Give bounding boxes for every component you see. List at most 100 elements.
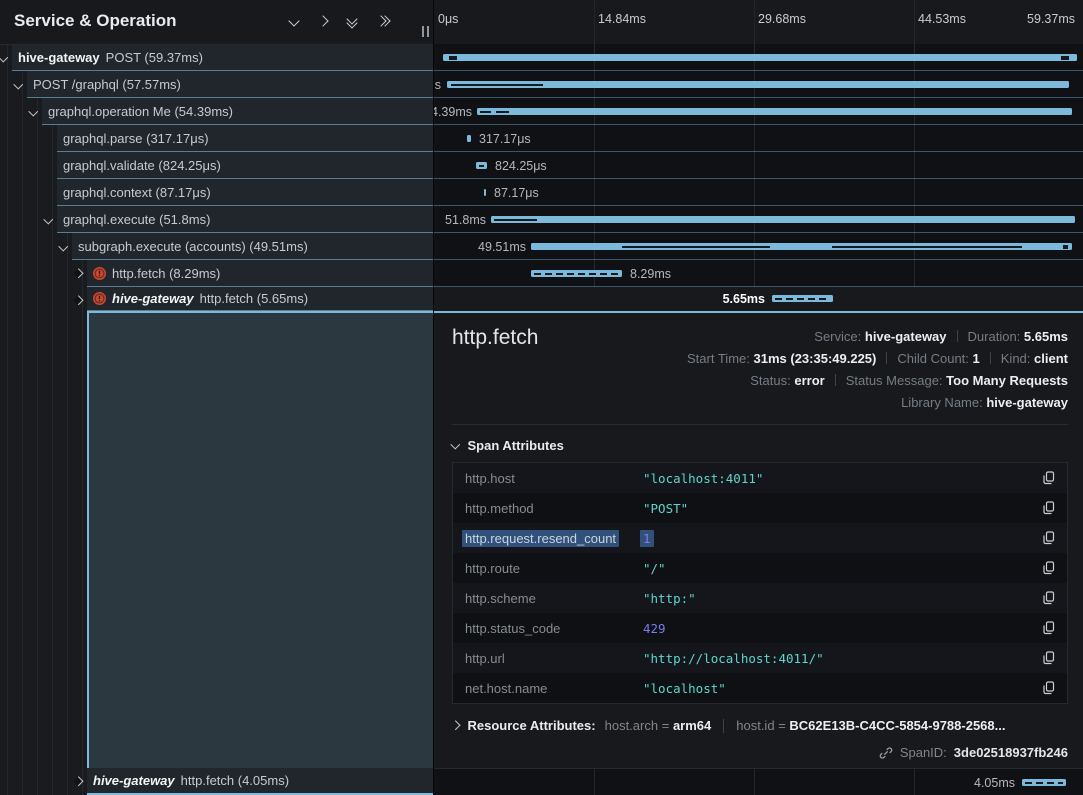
meta-divider <box>990 352 991 364</box>
timeline-row[interactable]: 317.17μs <box>434 125 1083 152</box>
detail-meta: Service: hive-gatewayDuration: 5.65ms St… <box>687 326 1068 414</box>
duration-label: 8.29ms <box>630 267 671 281</box>
attribute-key: http.host <box>465 471 643 486</box>
resource-key: host.arch <box>605 718 658 733</box>
meta-value: hive-gateway <box>865 329 947 344</box>
tree-row[interactable]: hive-gateway POST (59.37ms) <box>12 44 433 71</box>
tree-row[interactable]: graphql.operation Me (54.39ms) <box>42 98 433 125</box>
span-bar[interactable] <box>531 243 1072 250</box>
duration-label: 49.51ms <box>478 240 526 254</box>
attribute-row[interactable]: http.route "/" <box>453 553 1067 583</box>
tree-row[interactable]: graphql.execute (51.8ms) <box>57 206 433 233</box>
meta-label: Start Time: <box>687 351 750 366</box>
timeline-row[interactable]: 54.39ms <box>434 98 1083 125</box>
chevron-down-icon[interactable] <box>451 439 460 448</box>
tree-row[interactable]: subgraph.execute (accounts) (49.51ms) <box>72 233 433 260</box>
equals-sign: = <box>778 718 786 733</box>
span-name: POST (59.37ms) <box>106 50 203 65</box>
span-attributes-header[interactable]: Span Attributes <box>452 438 1068 453</box>
span-name: graphql.operation Me (54.39ms) <box>48 104 233 119</box>
timeline-row[interactable]: 87.17μs <box>434 179 1083 206</box>
meta-label: Kind: <box>1001 351 1031 366</box>
copy-icon[interactable] <box>1041 500 1057 516</box>
copy-icon[interactable] <box>1041 590 1057 606</box>
span-bar[interactable] <box>484 189 486 196</box>
timeline-row[interactable]: 4.05ms <box>434 768 1083 795</box>
meta-line: Start Time: 31ms (23:35:49.225)Child Cou… <box>687 348 1068 370</box>
copy-icon[interactable] <box>1041 470 1057 486</box>
attribute-value: 1 <box>640 530 654 547</box>
copy-icon[interactable] <box>1041 680 1057 696</box>
timeline-rows: 57.57ms 54.39ms 317.17μs 824.25μs <box>434 44 1083 311</box>
section-title: Resource Attributes: <box>468 718 596 733</box>
attribute-row[interactable]: http.url "http://localhost:4011/" <box>453 643 1067 673</box>
error-icon <box>93 292 106 305</box>
tree-row[interactable]: graphql.parse (317.17μs) <box>57 125 433 152</box>
copy-icon[interactable] <box>1041 650 1057 666</box>
panel-resize-handle[interactable] <box>422 26 429 37</box>
timeline-row[interactable]: 824.25μs <box>434 152 1083 179</box>
meta-value: hive-gateway <box>986 395 1068 410</box>
attribute-key: http.status_code <box>465 621 643 636</box>
tree-row[interactable]: graphql.context (87.17μs) <box>57 179 433 206</box>
copy-icon[interactable] <box>1041 560 1057 576</box>
span-bar[interactable] <box>772 295 833 302</box>
attribute-row[interactable]: http.host "localhost:4011" <box>453 463 1067 493</box>
resource-value: arm64 <box>673 718 711 733</box>
copy-icon[interactable] <box>1041 530 1057 546</box>
tree-row[interactable]: graphql.validate (824.25μs) <box>57 152 433 179</box>
resource-attributes-row[interactable]: Resource Attributes: host.arch = arm64 h… <box>452 718 1068 733</box>
span-name: http.fetch (5.65ms) <box>200 291 308 306</box>
duration-label: 54.39ms <box>434 105 472 119</box>
duration-label: 87.17μs <box>494 186 539 200</box>
timeline-row[interactable] <box>434 44 1083 71</box>
attribute-row[interactable]: net.host.name "localhost" <box>453 673 1067 703</box>
span-bar[interactable] <box>1022 779 1066 786</box>
error-icon <box>93 267 106 280</box>
span-bar[interactable] <box>476 162 487 169</box>
meta-label: Duration: <box>968 329 1021 344</box>
attribute-row[interactable]: http.scheme "http:" <box>453 583 1067 613</box>
double-chevron-down-icon[interactable] <box>348 15 356 27</box>
attribute-row-highlighted[interactable]: http.request.resend_count 1 <box>453 523 1067 553</box>
timeline-row[interactable]: 51.8ms <box>434 206 1083 233</box>
chevron-right-icon[interactable] <box>317 15 328 26</box>
tree-row[interactable]: POST /graphql (57.57ms) <box>27 71 433 98</box>
span-name: http.fetch (8.29ms) <box>112 266 220 281</box>
span-bar[interactable] <box>443 54 1077 61</box>
span-bar[interactable] <box>531 270 622 277</box>
span-bar[interactable] <box>491 216 1075 223</box>
chevron-right-icon[interactable] <box>452 721 460 730</box>
divider <box>452 424 1068 425</box>
span-bar[interactable] <box>467 135 471 142</box>
duration-label: 5.65ms <box>723 292 765 306</box>
meta-value: error <box>794 373 824 388</box>
timeline-row[interactable]: 57.57ms <box>434 71 1083 98</box>
timeline-row-selected[interactable]: 5.65ms <box>434 287 1083 311</box>
trace-viewer: Service & Operation hive-gateway POST (5… <box>0 0 1083 795</box>
span-name: graphql.parse (317.17μs) <box>63 131 209 146</box>
span-attributes-table: http.host "localhost:4011" http.method "… <box>452 462 1068 704</box>
span-bar[interactable] <box>477 108 1072 115</box>
chevron-down-icon[interactable] <box>288 15 299 26</box>
link-icon[interactable] <box>879 746 893 760</box>
attribute-row[interactable]: http.method "POST" <box>453 493 1067 523</box>
tree-row[interactable]: hive-gateway http.fetch (4.05ms) <box>87 768 433 795</box>
time-tick: 29.68ms <box>758 12 806 26</box>
tree-row[interactable]: http.fetch (8.29ms) <box>87 260 433 287</box>
copy-icon[interactable] <box>1041 620 1057 636</box>
span-id-row: SpanID: 3de02518937fb246 <box>434 745 1083 760</box>
attribute-value: "localhost" <box>643 681 1041 696</box>
meta-label: Library Name: <box>901 395 983 410</box>
resource-key: host.id <box>736 718 774 733</box>
timeline-row[interactable]: 49.51ms <box>434 233 1083 260</box>
timeline-row[interactable]: 8.29ms <box>434 260 1083 287</box>
span-bar[interactable] <box>447 81 1069 88</box>
double-chevron-right-icon[interactable] <box>377 17 389 25</box>
tree-row-selected[interactable]: hive-gateway http.fetch (5.65ms) <box>87 287 433 311</box>
service-name: hive-gateway <box>93 773 175 788</box>
meta-label: Child Count: <box>897 351 969 366</box>
attribute-row[interactable]: http.status_code 429 <box>453 613 1067 643</box>
duration-label: 317.17μs <box>479 132 531 146</box>
duration-label: 57.57ms <box>434 78 441 92</box>
